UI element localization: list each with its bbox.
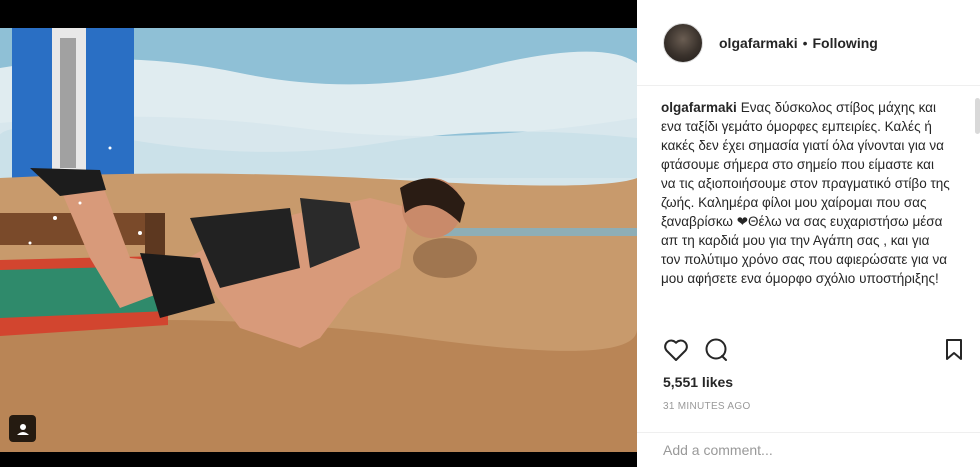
post-timestamp[interactable]: 31 MINUTES AGO xyxy=(663,401,751,412)
post-header: olgafarmaki • Following xyxy=(637,0,980,86)
heart-icon[interactable] xyxy=(663,338,689,367)
follow-button[interactable]: Following xyxy=(813,35,878,51)
action-bar xyxy=(637,336,980,366)
caption-username[interactable]: olgafarmaki xyxy=(661,100,737,115)
comments-area: olgafarmaki Ενας δύσκολος στίβος μάχης κα… xyxy=(637,86,980,326)
bookmark-icon[interactable] xyxy=(944,338,964,367)
header-user-info: olgafarmaki • Following xyxy=(719,35,878,51)
avatar[interactable] xyxy=(663,22,703,63)
separator-dot: • xyxy=(802,34,808,51)
user-tag-icon[interactable] xyxy=(9,415,36,442)
post-side-panel: olgafarmaki • Following olgafarmaki Ενας … xyxy=(637,0,980,467)
post-caption: olgafarmaki Ενας δύσκολος στίβος μάχης κα… xyxy=(661,98,950,288)
photo-illustration xyxy=(0,28,637,452)
post-photo[interactable] xyxy=(0,28,637,452)
comments-scrollbar[interactable] xyxy=(975,98,980,134)
comment-input[interactable] xyxy=(663,433,954,467)
comment-bubble-icon[interactable] xyxy=(704,338,730,367)
header-username[interactable]: olgafarmaki xyxy=(719,35,798,51)
add-comment-section xyxy=(637,432,980,467)
post-media xyxy=(0,0,637,467)
likes-count[interactable]: 5,551 likes xyxy=(663,374,733,390)
caption-text: Ενας δύσκολος στίβος μάχης και ενα ταξίδ… xyxy=(661,100,950,286)
